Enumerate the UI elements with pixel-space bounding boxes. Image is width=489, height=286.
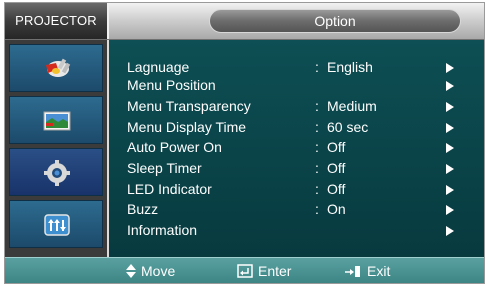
sidebar-item-audio[interactable] (9, 200, 103, 248)
menu-item-colon: : (315, 201, 319, 217)
arrow-right-icon (446, 205, 454, 215)
menu-item-value: Off (327, 181, 346, 197)
enter-key-icon (237, 264, 253, 278)
brand-label: PROJECTOR (5, 3, 109, 39)
menu-item-buzz[interactable]: Buzz : On (127, 201, 467, 218)
arrow-right-icon (446, 81, 454, 91)
arrow-right-icon (446, 123, 454, 133)
menu-item-label: Lagnuage (127, 59, 190, 75)
equalizer-icon (44, 214, 70, 236)
sidebar-item-option[interactable] (9, 148, 103, 196)
menu-item-label: Information (127, 222, 198, 238)
page-title: Option (209, 9, 461, 33)
menu-item-value: 60 sec (327, 119, 369, 135)
menu-item-value: Off (327, 160, 346, 176)
menu-item-colon: : (315, 98, 319, 114)
menu-item-label: Menu Transparency (127, 98, 251, 114)
menu-item-auto-power-on[interactable]: Auto Power On : Off (127, 139, 467, 156)
arrow-right-icon (446, 164, 454, 174)
menu-item-value: Medium (327, 98, 377, 114)
exit-hint-label: Exit (367, 263, 391, 279)
up-down-arrows-icon (126, 264, 136, 278)
menu-item-menu-position[interactable]: Menu Position (127, 77, 467, 94)
menu-item-label: Menu Display Time (127, 119, 247, 135)
top-bar: PROJECTOR Option (5, 3, 484, 40)
menu-item-value: Off (327, 139, 346, 155)
menu-item-colon: : (315, 119, 319, 135)
menu-item-value: On (327, 201, 346, 217)
sidebar-item-setup[interactable] (9, 44, 103, 92)
osd-window: PROJECTOR Option Lagnuage: English Menu… (4, 2, 485, 284)
hint-bar: Move Enter Exit (5, 257, 484, 283)
menu-item-language[interactable]: Lagnuage : English (127, 59, 467, 76)
plug-icon (46, 58, 71, 77)
menu-item-colon: : (315, 160, 319, 176)
arrow-right-icon (446, 143, 454, 153)
menu-item-label: Auto Power On (127, 139, 222, 155)
menu-item-menu-display-time[interactable]: Menu Display Time : 60 sec (127, 119, 467, 136)
option-menu-panel: Lagnuage : English Menu Position Menu Tr… (109, 40, 484, 257)
move-hint-label: Move (141, 263, 176, 279)
menu-item-colon: : (315, 181, 319, 197)
menu-item-label: Menu Position (127, 77, 216, 93)
menu-item-label: Buzz (127, 201, 159, 217)
menu-item-led-indicator[interactable]: LED Indicator : Off (127, 181, 467, 198)
arrow-right-icon (446, 185, 454, 195)
menu-item-colon: : (315, 139, 319, 155)
menu-item-value: English (327, 59, 373, 75)
arrow-right-icon (446, 102, 454, 112)
arrow-right-icon (446, 63, 454, 73)
menu-item-label: Sleep Timer (127, 160, 202, 176)
menu-item-menu-transparency[interactable]: Menu Transparency : Medium (127, 98, 467, 115)
gear-icon (44, 160, 70, 186)
menu-item-sleep-timer[interactable]: Sleep Timer : Off (127, 160, 467, 177)
arrow-right-icon (446, 226, 454, 236)
picture-icon (43, 111, 71, 131)
menu-item-label: LED Indicator (127, 181, 212, 197)
menu-item-information[interactable]: Information (127, 222, 467, 239)
sidebar-item-picture[interactable] (9, 96, 103, 144)
menu-item-colon: : (315, 59, 319, 75)
exit-door-icon (345, 266, 360, 277)
sidebar (5, 40, 109, 257)
enter-hint-label: Enter (258, 263, 292, 279)
